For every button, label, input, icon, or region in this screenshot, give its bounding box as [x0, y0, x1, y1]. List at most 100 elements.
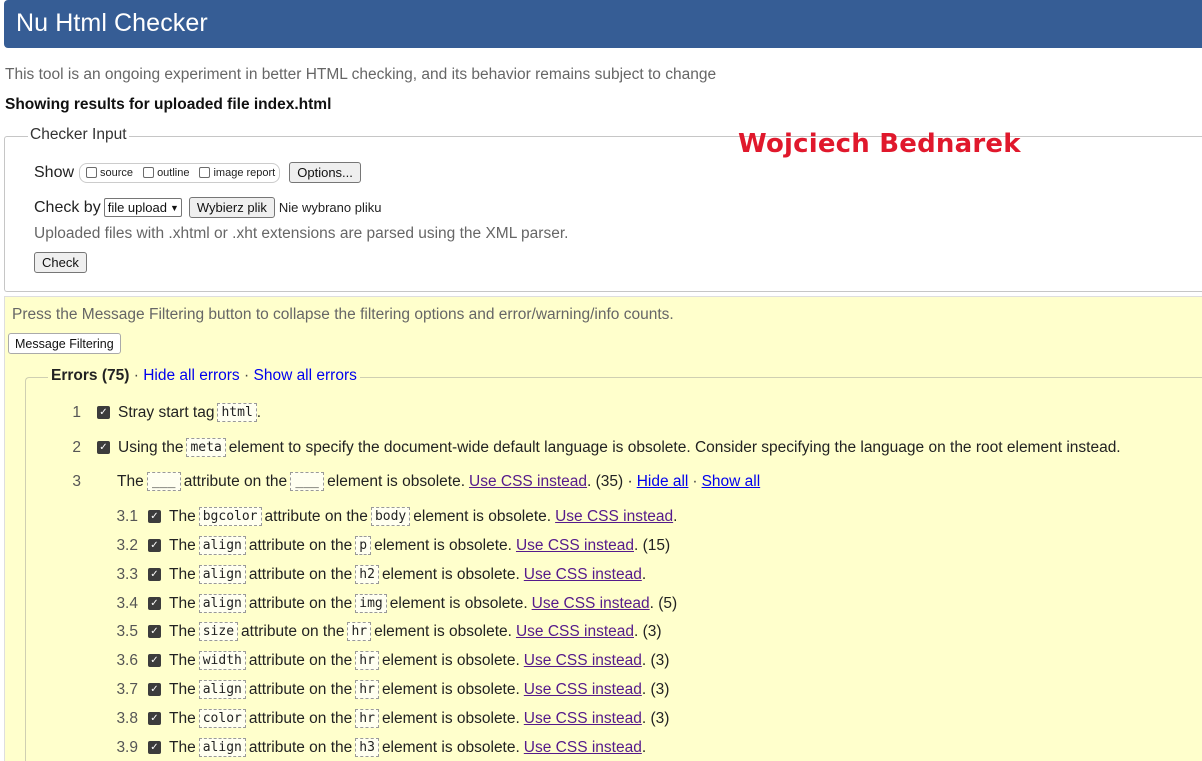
error-text: The [169, 565, 196, 583]
error-text: The [169, 709, 196, 727]
code-attribute: size [198, 622, 239, 641]
sub-error-item: 3.1 ✓ The bgcolor attribute on the body … [114, 507, 677, 526]
use-css-link[interactable]: Use CSS instead [524, 739, 642, 757]
error-count: . (3) [641, 680, 670, 698]
error-text-post: element is obsolete. [381, 565, 520, 583]
error-text-post: element is obsolete. [413, 507, 552, 525]
error-text-mid: attribute on the [264, 507, 368, 525]
error-text-mid: attribute on the [248, 536, 353, 554]
error-text: The [169, 622, 196, 640]
error-number: 3.4 [116, 594, 138, 612]
show-label: Show [34, 163, 75, 181]
code-element: h3 [355, 738, 379, 757]
checker-input-legend: Checker Input [28, 126, 129, 144]
errors-count: Errors (75) [51, 367, 130, 384]
hide-all-link[interactable]: Hide all [637, 473, 689, 491]
error-text-mid: attribute on the [248, 651, 353, 669]
error-text-mid: attribute on the [248, 709, 353, 727]
sub-error-item: 3.3 ✓ The align attribute on the h2 elem… [114, 565, 646, 584]
error-text-post: element is obsolete. [374, 622, 512, 640]
error-text-end: . [256, 403, 262, 421]
error-checkbox[interactable]: ✓ [148, 625, 161, 638]
check-by-value: file upload [107, 200, 167, 215]
show-all-link[interactable]: Show all [702, 473, 761, 491]
error-text-mid: attribute on the [248, 565, 353, 583]
code-element: body [370, 507, 411, 526]
use-css-link[interactable]: Use CSS instead [524, 652, 642, 670]
error-number: 3.3 [116, 565, 138, 583]
error-number: 1 [72, 403, 81, 421]
error-checkbox[interactable]: ✓ [97, 441, 110, 454]
error-number: 3.9 [116, 738, 138, 756]
source-checkbox[interactable] [86, 167, 98, 178]
error-number: 3.2 [116, 536, 138, 554]
error-text-post: element is obsolete. [381, 738, 520, 756]
error-text-post: element is obsolete. [327, 472, 465, 490]
choose-file-button[interactable]: Wybierz plik [188, 197, 275, 218]
sub-error-item: 3.5 ✓ The size attribute on the hr eleme… [114, 622, 662, 641]
message-filtering-button[interactable]: Message Filtering [8, 333, 121, 354]
error-item: 1 ✓ Stray start tag html . [56, 403, 261, 422]
error-checkbox[interactable]: ✓ [97, 406, 110, 419]
use-css-link[interactable]: Use CSS instead [524, 566, 642, 584]
outline-checkbox[interactable] [143, 167, 155, 178]
error-checkbox[interactable]: ✓ [148, 712, 161, 725]
hide-all-errors-link[interactable]: Hide all errors [143, 367, 239, 384]
error-checkbox[interactable]: ✓ [148, 741, 161, 754]
error-checkbox[interactable]: ✓ [148, 568, 161, 581]
error-checkbox[interactable]: ✓ [148, 510, 161, 523]
errors-legend: Errors (75) · Hide all errors · Show all… [48, 367, 360, 385]
error-number: 3.1 [116, 507, 138, 525]
code-attribute: align [198, 536, 246, 555]
show-row: Show source outline image report Options… [34, 162, 361, 183]
code-element: p [355, 536, 372, 555]
sub-error-item: 3.2 ✓ The align attribute on the p eleme… [114, 536, 670, 555]
use-css-link[interactable]: Use CSS instead [524, 710, 642, 728]
use-css-link[interactable]: Use CSS instead [516, 623, 634, 641]
separator: · [692, 472, 698, 490]
sub-error-item: 3.9 ✓ The align attribute on the h3 elem… [114, 738, 646, 757]
error-number: 3.6 [116, 651, 138, 669]
xml-parser-note: Uploaded files with .xhtml or .xht exten… [34, 225, 569, 242]
code-element: hr [347, 622, 372, 641]
check-by-select[interactable]: file upload ▼ [103, 198, 182, 217]
use-css-link[interactable]: Use CSS instead [469, 473, 587, 491]
code-element: hr [355, 651, 379, 670]
code-attribute: width [198, 651, 246, 670]
use-css-link[interactable]: Use CSS instead [555, 508, 673, 526]
use-css-link[interactable]: Use CSS instead [532, 595, 650, 613]
error-checkbox[interactable]: ✓ [148, 597, 161, 610]
error-number: 3.7 [116, 680, 138, 698]
image-report-checkbox-label[interactable]: image report [213, 167, 275, 179]
outline-checkbox-label[interactable]: outline [157, 167, 189, 179]
code-attribute: align [198, 594, 246, 613]
app-header: Nu Html Checker [4, 0, 1202, 48]
error-text: The [169, 680, 196, 698]
error-text: The [169, 651, 196, 669]
error-checkbox[interactable]: ✓ [148, 683, 161, 696]
error-text-post: element is obsolete. [374, 536, 512, 554]
code-element: img [355, 594, 387, 613]
source-checkbox-label[interactable]: source [100, 167, 133, 179]
error-text-post: element is obsolete. [381, 651, 520, 669]
filter-note: Press the Message Filtering button to co… [12, 306, 674, 323]
error-count: . [641, 738, 647, 756]
error-count: . [673, 507, 678, 525]
check-by-label: Check by [34, 198, 101, 216]
tagline: This tool is an ongoing experiment in be… [5, 66, 717, 83]
error-text-end: element to specify the document-wide def… [228, 438, 1121, 456]
check-button[interactable]: Check [34, 252, 87, 273]
code-html: html [217, 403, 257, 422]
error-checkbox[interactable]: ✓ [148, 539, 161, 552]
error-item: 2 ✓ Using the meta element to specify th… [56, 438, 1121, 457]
error-checkbox[interactable]: ✓ [148, 654, 161, 667]
chevron-down-icon: ▼ [169, 202, 179, 213]
error-text-mid: attribute on the [248, 594, 353, 612]
options-button[interactable]: Options... [289, 162, 361, 183]
file-status: Nie wybrano pliku [278, 200, 382, 215]
use-css-link[interactable]: Use CSS instead [524, 681, 642, 699]
use-css-link[interactable]: Use CSS instead [516, 537, 634, 555]
check-by-row: Check by file upload ▼ Wybierz plik Nie … [34, 197, 381, 218]
show-all-errors-link[interactable]: Show all errors [253, 367, 356, 384]
image-report-checkbox[interactable] [199, 167, 211, 178]
